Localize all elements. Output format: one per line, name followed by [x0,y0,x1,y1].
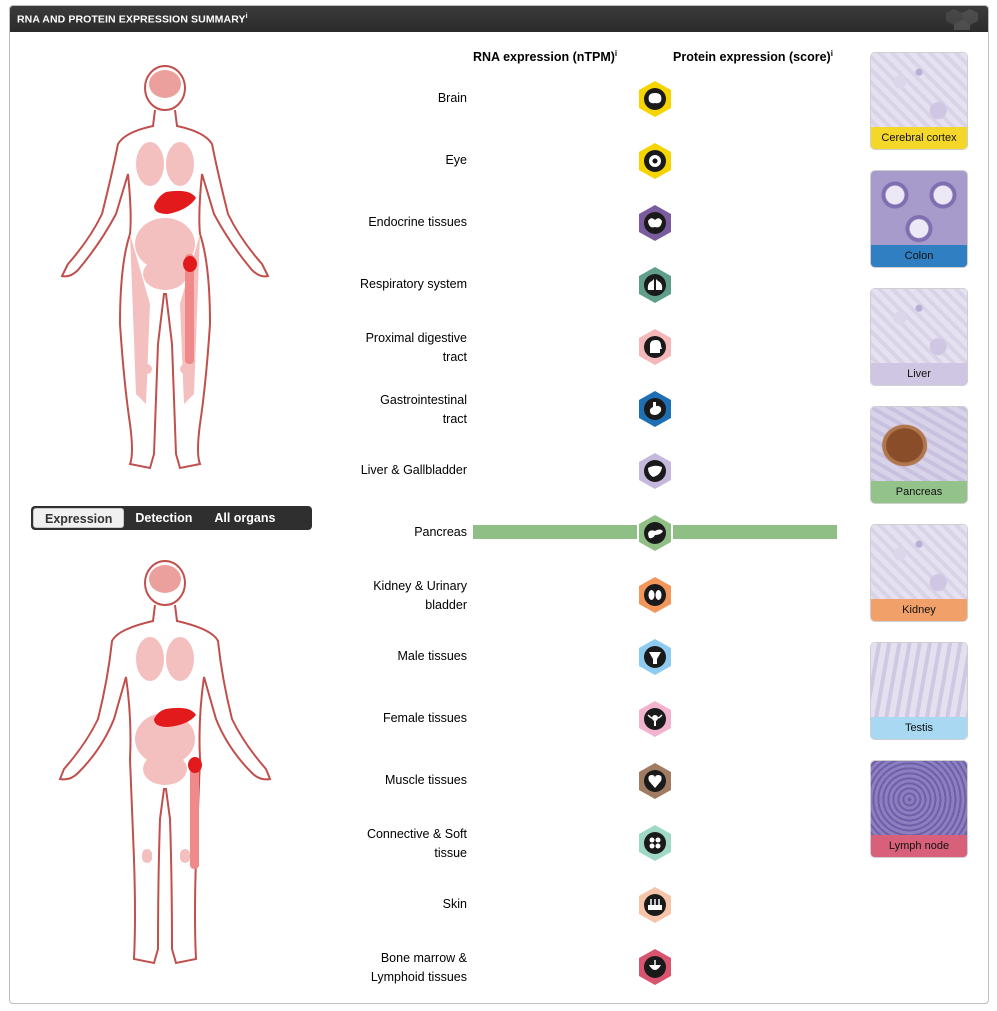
tissue-row[interactable]: Endocrine tissues [10,202,988,242]
cells-icon[interactable] [637,824,673,862]
protein-info-icon[interactable]: i [831,49,833,58]
rna-info-icon[interactable]: i [615,49,617,58]
tissue-row[interactable]: Proximal digestive tract [10,326,988,366]
tissue-thumbnail-label: Kidney [871,599,967,621]
male-icon[interactable] [637,638,673,676]
tissue-label[interactable]: Proximal digestive tract [357,329,467,367]
tissue-thumbnail[interactable]: Lymph node [870,760,968,858]
tissue-row[interactable]: Kidney & Urinary bladder [10,574,988,614]
lungs-icon[interactable] [637,266,673,304]
tissue-label[interactable]: Skin [267,895,467,914]
panel-title-text: RNA AND PROTEIN EXPRESSION SUMMARY [17,13,246,26]
tissue-label[interactable]: Pancreas [267,523,467,542]
tissue-label[interactable]: Muscle tissues [267,771,467,790]
tissue-thumbnail[interactable]: Cerebral cortex [870,52,968,150]
tissue-row[interactable]: Eye [10,140,988,180]
tissue-thumbnail-label: Colon [871,245,967,267]
tissue-label[interactable]: Connective & Soft tissue [357,825,467,863]
tissue-label[interactable]: Endocrine tissues [267,213,467,232]
tissue-row[interactable]: Skin [10,884,988,924]
head-icon[interactable] [637,328,673,366]
tissue-thumbnail-label: Liver [871,363,967,385]
tissue-thumbnail-label: Testis [871,717,967,739]
kidney-icon[interactable] [637,576,673,614]
tissue-row[interactable]: Pancreas [10,512,988,552]
tissue-label[interactable]: Male tissues [267,647,467,666]
expression-summary-panel: RNA AND PROTEIN EXPRESSION SUMMARYi Expr… [9,5,989,1004]
tissue-label[interactable]: Female tissues [267,709,467,728]
panel-title: RNA AND PROTEIN EXPRESSION SUMMARYi [17,13,248,26]
tissue-thumbnail[interactable]: Liver [870,288,968,386]
tissue-row[interactable]: Muscle tissues [10,760,988,800]
rna-expression-header: RNA expression (nTPM)i [473,49,617,64]
female-icon[interactable] [637,700,673,738]
tissue-thumbnail[interactable]: Kidney [870,524,968,622]
hexagon-logo-icon [946,9,978,30]
protein-header-text: Protein expression (score) [673,50,831,65]
protein-expression-bar[interactable] [673,525,837,539]
lymph-icon[interactable] [637,948,673,986]
skin-icon[interactable] [637,886,673,924]
tissue-label[interactable]: Brain [267,89,467,108]
tissue-row[interactable]: Respiratory system [10,264,988,304]
tissue-row[interactable]: Male tissues [10,636,988,676]
tissue-row[interactable]: Bone marrow & Lymphoid tissues [10,946,988,986]
tissue-label[interactable]: Eye [267,151,467,170]
tissue-label[interactable]: Kidney & Urinary bladder [357,577,467,615]
tissue-label[interactable]: Gastrointestinal tract [357,391,467,429]
tissue-thumbnail-label: Cerebral cortex [871,127,967,149]
pancreas-icon[interactable] [637,514,673,552]
tissue-row[interactable]: Female tissues [10,698,988,738]
tissue-thumbnail-label: Pancreas [871,481,967,503]
tissue-thumbnail[interactable]: Pancreas [870,406,968,504]
stomach-icon[interactable] [637,390,673,428]
thyroid-icon[interactable] [637,204,673,242]
rna-expression-bar[interactable] [473,525,637,539]
tissue-thumbnail-label: Lymph node [871,835,967,857]
tissue-thumbnail[interactable]: Testis [870,642,968,740]
info-icon[interactable]: i [246,13,248,20]
tissue-row[interactable]: Connective & Soft tissue [10,822,988,862]
tissue-thumbnail[interactable]: Colon [870,170,968,268]
tissue-label[interactable]: Bone marrow & Lymphoid tissues [357,949,467,987]
panel-header: RNA AND PROTEIN EXPRESSION SUMMARYi [10,6,988,32]
tissue-label[interactable]: Respiratory system [267,275,467,294]
tissue-label[interactable]: Liver & Gallbladder [267,461,467,480]
protein-expression-header: Protein expression (score)i [673,49,833,64]
rna-header-text: RNA expression (nTPM) [473,50,615,65]
heart-icon[interactable] [637,762,673,800]
eye-icon[interactable] [637,142,673,180]
liver-icon[interactable] [637,452,673,490]
brain-icon[interactable] [637,80,673,118]
tissue-row[interactable]: Liver & Gallbladder [10,450,988,490]
tissue-row[interactable]: Brain [10,78,988,118]
tissue-row[interactable]: Gastrointestinal tract [10,388,988,428]
